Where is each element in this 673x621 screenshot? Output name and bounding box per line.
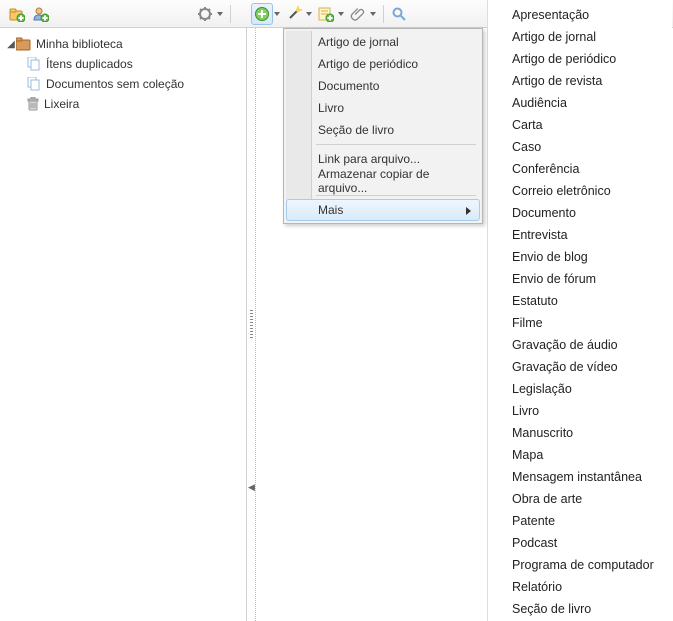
chevron-right-icon [466, 207, 471, 215]
submenu-item[interactable]: Apresentação [488, 4, 672, 26]
submenu-item[interactable]: Carta [488, 114, 672, 136]
submenu-item[interactable]: Mapa [488, 444, 672, 466]
menu-item-more[interactable]: Mais [286, 199, 480, 221]
menu-item-label: Artigo de jornal [318, 35, 399, 49]
library-label: Minha biblioteca [36, 37, 123, 51]
sidebar-item-label: Ítens duplicados [46, 57, 133, 71]
submenu-item[interactable]: Patente [488, 510, 672, 532]
submenu-item[interactable]: Podcast [488, 532, 672, 554]
splitter-arrow-icon: ◀ [248, 482, 255, 493]
menu-item[interactable]: Armazenar copiar de arquivo... [286, 170, 480, 192]
duplicate-icon [26, 57, 42, 71]
submenu-item[interactable]: Estatuto [488, 290, 672, 312]
menu-item-label: Documento [318, 79, 379, 93]
submenu-item[interactable]: Entrevista [488, 224, 672, 246]
submenu-item[interactable]: Programa de computador [488, 554, 672, 576]
menu-separator [286, 192, 480, 199]
toolbar-separator [230, 5, 231, 23]
submenu-item[interactable]: Caso [488, 136, 672, 158]
menu-item-label: Seção de livro [318, 123, 394, 137]
submenu-item[interactable]: Obra de arte [488, 488, 672, 510]
submenu-item[interactable]: Relatório [488, 576, 672, 598]
menu-item[interactable]: Seção de livro [286, 119, 480, 141]
toolbar-separator [383, 5, 384, 23]
submenu-item[interactable]: Seção de livro [488, 598, 672, 620]
sidebar-item-label: Documentos sem coleção [46, 77, 184, 91]
more-submenu: ApresentaçãoArtigo de jornalArtigo de pe… [487, 0, 672, 621]
menu-item-label: Link para arquivo... [318, 152, 420, 166]
menu-item[interactable]: Artigo de jornal [286, 31, 480, 53]
wand-button[interactable] [283, 3, 305, 25]
attach-dropdown-arrow[interactable] [369, 12, 377, 16]
sidebar-item-duplicates[interactable]: Ítens duplicados [0, 54, 246, 74]
menu-item-label: Livro [318, 101, 344, 115]
menu-item[interactable]: Livro [286, 97, 480, 119]
submenu-item[interactable]: Legislação [488, 378, 672, 400]
sidebar-item-label: Lixeira [44, 97, 79, 111]
attach-button[interactable] [347, 3, 369, 25]
sidebar-item-unfiled[interactable]: Documentos sem coleção [0, 74, 246, 94]
submenu-item[interactable]: Documento [488, 202, 672, 224]
wand-dropdown-arrow[interactable] [305, 12, 313, 16]
submenu-item[interactable]: Audiência [488, 92, 672, 114]
menu-separator [286, 141, 480, 148]
collections-sidebar: ◢ Minha biblioteca Ítens duplicados Docu… [0, 28, 247, 621]
menu-item-label: Artigo de periódico [318, 57, 418, 71]
submenu-item[interactable]: Conferência [488, 158, 672, 180]
menu-item-label: Armazenar copiar de arquivo... [318, 167, 472, 195]
actions-dropdown-arrow[interactable] [216, 12, 224, 16]
library-row[interactable]: ◢ Minha biblioteca [0, 34, 246, 54]
splitter[interactable]: ◀ [247, 28, 256, 621]
submenu-item[interactable]: Gravação de vídeo [488, 356, 672, 378]
library-icon [16, 37, 32, 51]
menu-item[interactable]: Documento [286, 75, 480, 97]
submenu-item[interactable]: Gravação de áudio [488, 334, 672, 356]
submenu-item[interactable]: Artigo de periódico [488, 48, 672, 70]
submenu-item[interactable]: Filme [488, 312, 672, 334]
new-item-menu: Artigo de jornal Artigo de periódico Doc… [283, 28, 483, 224]
new-item-button[interactable] [251, 3, 273, 25]
new-item-dropdown-arrow[interactable] [273, 12, 281, 16]
actions-button[interactable] [194, 3, 216, 25]
submenu-item[interactable]: Correio eletrônico [488, 180, 672, 202]
twisty-icon[interactable]: ◢ [6, 39, 16, 50]
trash-icon [26, 97, 40, 111]
new-group-button[interactable] [30, 3, 52, 25]
submenu-item[interactable]: Mensagem instantânea [488, 466, 672, 488]
advanced-search-button[interactable] [388, 3, 410, 25]
submenu-item[interactable]: Envio de fórum [488, 268, 672, 290]
submenu-item[interactable]: Manuscrito [488, 422, 672, 444]
menu-item-label: Mais [318, 203, 343, 217]
menu-item[interactable]: Artigo de periódico [286, 53, 480, 75]
new-collection-button[interactable] [6, 3, 28, 25]
submenu-item[interactable]: Artigo de revista [488, 70, 672, 92]
submenu-item[interactable]: Artigo de jornal [488, 26, 672, 48]
unfiled-icon [26, 77, 42, 91]
new-note-button[interactable] [315, 3, 337, 25]
sidebar-item-trash[interactable]: Lixeira [0, 94, 246, 114]
submenu-item[interactable]: Envio de blog [488, 246, 672, 268]
submenu-item[interactable]: Livro [488, 400, 672, 422]
note-dropdown-arrow[interactable] [337, 12, 345, 16]
